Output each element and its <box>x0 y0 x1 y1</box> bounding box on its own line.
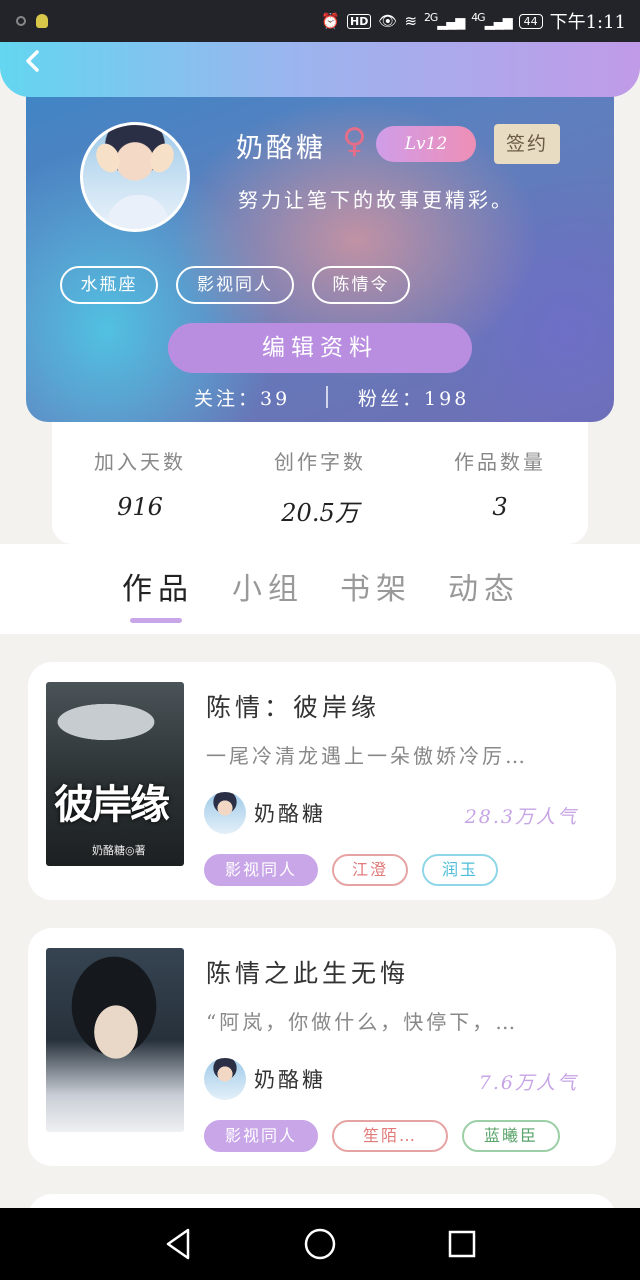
back-button[interactable] <box>20 48 46 74</box>
status-bar: ⏰ HD 👁 ≋ 2G▂▄▆ 4G▂▄▆ 44 下午1:11 <box>0 0 640 42</box>
follow-stats: 关注：39 粉丝：198 <box>26 382 614 414</box>
work-cover[interactable]: 彼岸缘 奶酪糖◎著 <box>46 682 184 866</box>
wifi-icon: ≋ <box>404 12 418 30</box>
author-name: 奶酪糖 <box>254 802 326 826</box>
signal-icon-2: 4G▂▄▆ <box>471 11 512 31</box>
profile-card: 奶酪糖 ♀ Lv12 签约 努力让笔下的故事更精彩。 水瓶座 影视同人 陈情令 … <box>26 70 614 422</box>
user-bio: 努力让笔下的故事更精彩。 <box>238 188 514 212</box>
tab-bookshelf[interactable]: 书架 <box>340 564 412 608</box>
work-card[interactable]: 陈情之此生无悔 “阿岚，你做什么，快停下，… 奶酪糖 7.6万人气 影视同人 笙… <box>28 928 616 1166</box>
female-gender-icon: ♀ <box>342 121 367 161</box>
tab-activity[interactable]: 动态 <box>448 564 520 608</box>
popularity: 7.6万人气 <box>478 1072 578 1094</box>
work-description: “阿岚，你做什么，快停下，… <box>206 1010 519 1034</box>
level-badge: Lv12 <box>376 126 476 162</box>
work-tag[interactable]: 润玉 <box>422 854 498 886</box>
clock: 下午1:11 <box>549 12 626 33</box>
work-tag[interactable]: 笙陌… <box>332 1120 448 1152</box>
signed-badge: 签约 <box>494 124 560 164</box>
edit-profile-button[interactable]: 编辑资料 <box>168 323 472 373</box>
author-avatar <box>204 1058 246 1100</box>
work-card[interactable]: 彼岸缘 奶酪糖◎著 陈情：彼岸缘 一尾冷清龙遇上一朵傲娇冷厉… 奶酪糖 28.3… <box>28 662 616 900</box>
bulb-icon <box>36 14 48 28</box>
notification-icon <box>16 16 26 26</box>
work-description: 一尾冷清龙遇上一朵傲娇冷厉… <box>206 744 528 768</box>
profile-tag[interactable]: 陈情令 <box>312 266 410 304</box>
author-name: 奶酪糖 <box>254 1068 326 1092</box>
tab-bar: 作品 小组 书架 动态 <box>0 544 640 634</box>
divider <box>326 386 328 408</box>
recents-square-icon[interactable] <box>444 1226 480 1262</box>
avatar[interactable] <box>80 122 190 232</box>
work-tag[interactable]: 江澄 <box>332 854 408 886</box>
profile-tag[interactable]: 影视同人 <box>176 266 294 304</box>
alarm-icon: ⏰ <box>321 12 341 30</box>
work-title[interactable]: 陈情：彼岸缘 <box>206 688 380 724</box>
work-tag[interactable]: 蓝曦臣 <box>462 1120 560 1152</box>
following-link[interactable]: 关注：39 <box>194 384 290 411</box>
header-bar <box>0 42 640 97</box>
hd-icon: HD <box>347 13 372 29</box>
fans-link[interactable]: 粉丝：198 <box>358 384 469 411</box>
work-cover[interactable] <box>46 948 184 1132</box>
stat-works-count: 作品数量 3 <box>454 450 546 521</box>
tab-indicator <box>130 618 182 623</box>
work-title[interactable]: 陈情之此生无悔 <box>206 954 409 990</box>
popularity: 28.3万人气 <box>464 806 578 828</box>
chevron-left-icon <box>26 50 39 72</box>
work-tag[interactable]: 影视同人 <box>204 1120 318 1152</box>
navigation-bar <box>0 1208 640 1280</box>
battery-icon: 44 <box>518 13 543 29</box>
tab-groups[interactable]: 小组 <box>232 564 304 608</box>
work-tag[interactable]: 影视同人 <box>204 854 318 886</box>
user-name: 奶酪糖 <box>236 133 326 164</box>
back-triangle-icon[interactable] <box>160 1226 196 1262</box>
author-avatar <box>204 792 246 834</box>
signal-icon-1: 2G▂▄▆ <box>424 11 465 31</box>
eye-icon: 👁 <box>378 12 398 30</box>
stat-word-count: 创作字数 20.5万 <box>274 450 366 527</box>
stat-join-days: 加入天数 916 <box>94 450 186 521</box>
tab-works[interactable]: 作品 <box>122 564 194 608</box>
home-circle-icon[interactable] <box>302 1226 338 1262</box>
stats-card: 加入天数 916 创作字数 20.5万 作品数量 3 <box>52 420 588 544</box>
profile-tag[interactable]: 水瓶座 <box>60 266 158 304</box>
